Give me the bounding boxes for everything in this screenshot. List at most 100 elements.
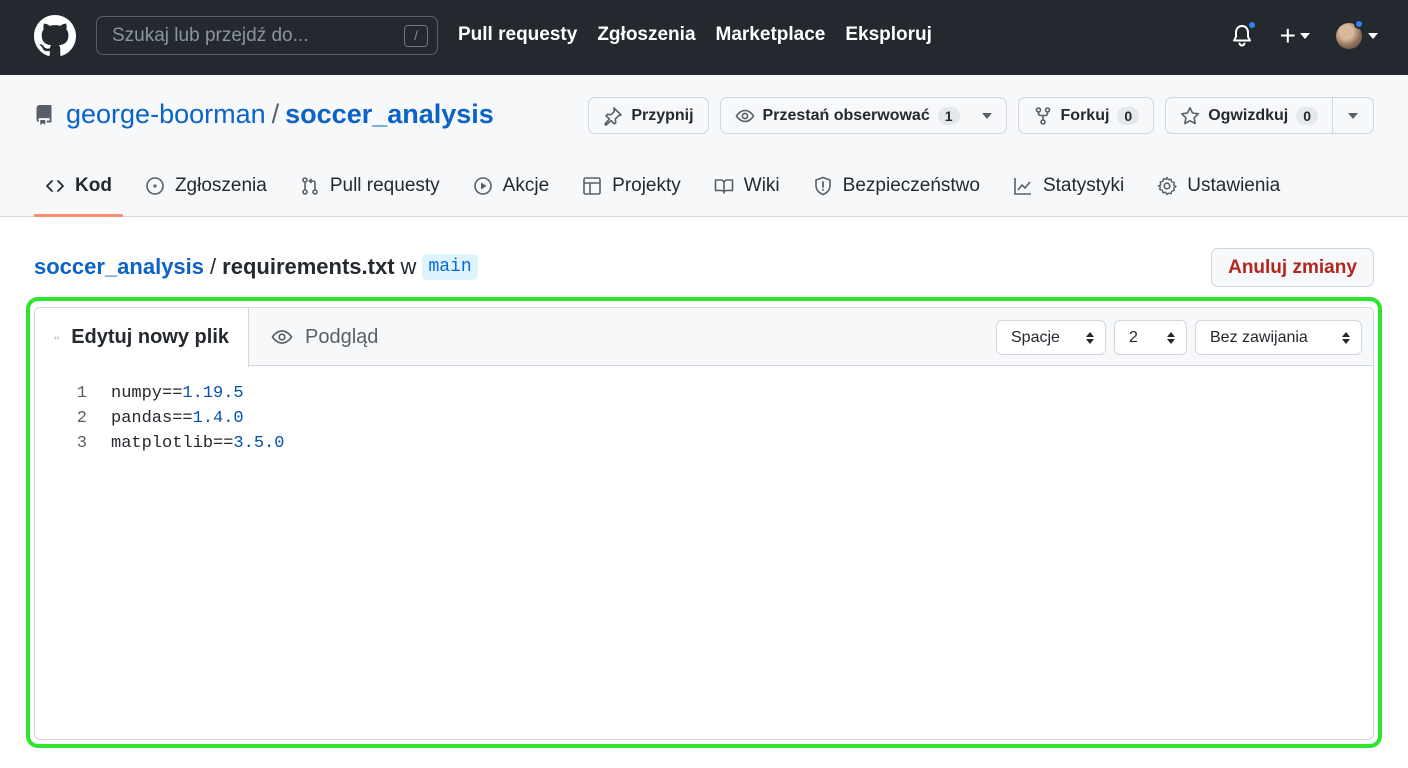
eye-icon [271,330,293,344]
search-shortcut-badge: / [404,25,428,47]
fork-icon [1035,106,1050,125]
branch-badge: main [422,254,478,280]
create-new-button[interactable]: + [1280,22,1310,50]
global-header: / Pull requesty Zgłoszenia Marketplace E… [0,0,1408,75]
tab-label: Kod [75,175,112,196]
repo-owner-link[interactable]: george-boorman [66,99,266,130]
branch-prefix: w [400,254,417,279]
chevron-down-icon [1348,112,1358,119]
line-number: 1 [76,384,87,403]
star-button[interactable]: Ogwizdkuj 0 [1166,98,1332,133]
code-line: 1 numpy==1.19.5 [35,381,284,406]
wrap-mode-value: Bez zawijania [1210,328,1308,346]
indent-size-value: 2 [1129,328,1138,346]
fork-count: 0 [1117,106,1140,125]
cancel-changes-button[interactable]: Anuluj zmiany [1211,248,1374,287]
breadcrumb-repo-link[interactable]: soccer_analysis [34,254,204,280]
select-arrows-icon [1167,331,1175,344]
code-line: 2 pandas==1.4.0 [35,406,284,431]
table-icon [583,177,601,195]
wrap-mode-select[interactable]: Bez zawijania [1195,320,1362,355]
nav-marketplace[interactable]: Marketplace [716,24,826,46]
code-area[interactable]: 1 numpy==1.19.5 2 pandas==1.4.0 3 matplo… [35,381,285,456]
editor-toolbar: Edytuj nowy plik Podgląd Spacje 2 Bez za… [35,308,1373,367]
shield-icon [814,176,831,196]
repo-icon [36,104,52,125]
tab-insights[interactable]: Statystyki [1002,156,1135,216]
indent-mode-select[interactable]: Spacje [996,320,1106,355]
tab-label: Akcje [502,175,550,196]
global-nav: Pull requesty Zgłoszenia Marketplace Eks… [458,24,932,46]
tab-pull-requests[interactable]: Pull requesty [289,156,451,216]
tab-settings[interactable]: Ustawienia [1146,156,1291,216]
github-logo-icon[interactable] [34,15,76,57]
gear-icon [1158,176,1177,196]
indent-mode-value: Spacje [1011,328,1060,346]
file-name: requirements.txt [222,254,395,279]
plus-icon: + [1279,20,1296,51]
tab-label: Projekty [612,175,681,196]
star-label: Ogwizdkuj [1208,106,1289,124]
repo-nav: Kod Zgłoszenia Pull requesty Akcje Proje… [34,156,1302,217]
notification-dot [1246,20,1257,30]
select-arrows-icon [1086,331,1094,344]
tab-label: Pull requesty [329,175,440,196]
tab-label: Bezpieczeństwo [842,175,980,196]
user-menu-button[interactable] [1336,19,1378,49]
notifications-button[interactable] [1230,20,1257,49]
editor-options: Spacje 2 Bez zawijania [996,320,1362,355]
graph-icon [1014,178,1031,195]
star-count: 0 [1296,106,1318,125]
chevron-down-icon [1300,33,1310,39]
pin-icon [604,106,623,126]
eye-icon [735,109,754,122]
tab-actions[interactable]: Akcje [462,156,560,216]
pull-request-icon [302,177,318,195]
tab-label: Ustawienia [1187,175,1281,196]
watch-label: Przestań obserwować [762,106,930,124]
issue-icon [146,177,164,195]
tab-security[interactable]: Bezpieczeństwo [802,156,991,216]
star-list-dropdown[interactable] [1332,98,1373,133]
book-icon [714,179,734,194]
tab-preview[interactable]: Podgląd [252,308,397,366]
tab-preview-label: Podgląd [305,325,379,348]
repo-actions: Przypnij Przestań obserwować 1 Forkuj 0 … [588,97,1374,134]
line-text: pandas==1.4.0 [111,409,244,428]
watch-button[interactable]: Przestań obserwować 1 [719,97,1007,134]
nav-issues[interactable]: Zgłoszenia [597,24,695,46]
chevron-down-icon [1368,33,1378,39]
search-input[interactable] [112,24,392,47]
tab-projects[interactable]: Projekty [571,156,692,216]
pin-label: Przypnij [631,106,694,124]
fork-button[interactable]: Forkuj 0 [1017,97,1155,134]
indent-size-select[interactable]: 2 [1114,320,1187,355]
breadcrumb-separator: / [210,254,217,279]
line-text: matplotlib==3.5.0 [111,434,285,453]
select-arrows-icon [1342,331,1350,344]
tab-edit-label: Edytuj nowy plik [71,326,229,348]
star-icon [1181,106,1200,124]
global-search[interactable]: / [96,16,438,55]
star-button-group: Ogwizdkuj 0 [1165,97,1374,134]
repo-separator: / [271,99,280,129]
header-actions: + [1230,16,1378,56]
repo-header: george-boorman / soccer_analysis Przypni… [0,75,1408,217]
nav-explore[interactable]: Eksploruj [845,24,932,46]
tab-issues[interactable]: Zgłoszenia [134,156,278,216]
avatar-status-dot [1354,19,1364,29]
code-icon [46,180,64,192]
tab-code[interactable]: Kod [34,156,123,217]
repo-title: george-boorman / soccer_analysis [34,99,494,130]
tab-wiki[interactable]: Wiki [703,156,791,216]
tab-label: Wiki [743,175,780,196]
tab-edit-file[interactable]: Edytuj nowy plik [35,308,249,367]
pin-button[interactable]: Przypnij [588,97,709,134]
repo-name-link[interactable]: soccer_analysis [285,99,494,130]
file-editor: Edytuj nowy plik Podgląd Spacje 2 Bez za… [34,307,1374,740]
chevron-down-icon [981,112,992,119]
tab-label: Zgłoszenia [174,175,267,196]
nav-pull-requests[interactable]: Pull requesty [458,24,577,46]
line-text: numpy==1.19.5 [111,384,244,403]
fork-label: Forkuj [1060,106,1110,124]
